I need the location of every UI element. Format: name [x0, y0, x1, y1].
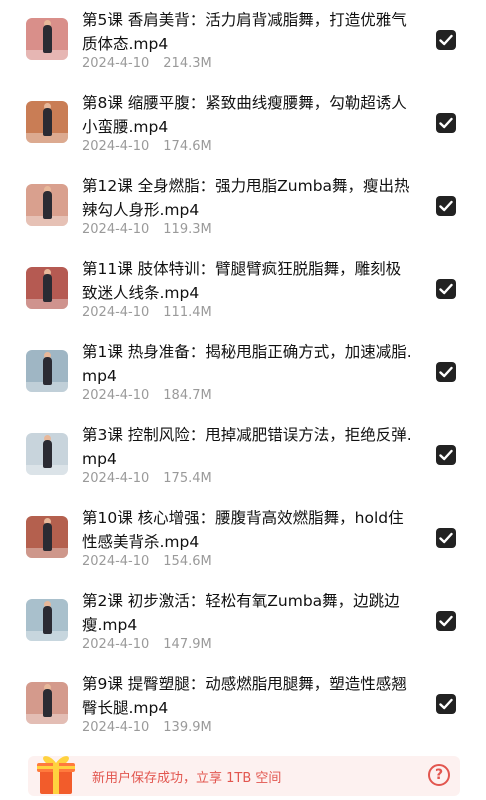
- file-row[interactable]: 第10课 核心增强：腰腹背高效燃脂舞，hold住性感美背杀.mp4 2024-4…: [0, 498, 486, 581]
- video-thumbnail: [26, 350, 68, 392]
- file-size: 147.9M: [163, 637, 212, 652]
- file-meta: 2024-4-10 214.3M: [82, 56, 212, 71]
- check-icon: [439, 34, 453, 46]
- file-date: 2024-4-10: [82, 56, 150, 71]
- check-icon: [439, 366, 453, 378]
- file-list: 第5课 香肩美背：活力肩背减脂舞，打造优雅气质体态.mp4 2024-4-10 2…: [0, 0, 486, 747]
- file-date: 2024-4-10: [82, 388, 150, 403]
- file-meta: 2024-4-10 139.9M: [82, 720, 212, 735]
- file-checkbox[interactable]: [436, 113, 456, 133]
- file-size: 175.4M: [163, 471, 212, 486]
- check-icon: [439, 698, 453, 710]
- file-name: 第9课 提臀塑腿：动感燃脂甩腿舞，塑造性感翘臀长腿.mp4: [82, 675, 407, 717]
- file-checkbox[interactable]: [436, 528, 456, 548]
- file-meta: 2024-4-10 184.7M: [82, 388, 212, 403]
- file-row[interactable]: 第1课 热身准备：揭秘甩脂正确方式，加速减脂.mp4 2024-4-10 184.…: [0, 332, 486, 415]
- file-row[interactable]: 第2课 初步激活：轻松有氧Zumba舞，边跳边瘦.mp4 2024-4-10 14…: [0, 581, 486, 664]
- file-checkbox[interactable]: [436, 362, 456, 382]
- file-name: 第5课 香肩美背：活力肩背减脂舞，打造优雅气质体态.mp4: [82, 11, 407, 53]
- file-row[interactable]: 第12课 全身燃脂：强力甩脂Zumba舞，瘦出热辣勾人身形.mp4 2024-4…: [0, 166, 486, 249]
- file-row[interactable]: 第3课 控制风险：甩掉减肥错误方法，拒绝反弹.mp4 2024-4-10 175.…: [0, 415, 486, 498]
- file-size: 174.6M: [163, 139, 212, 154]
- file-checkbox[interactable]: [436, 196, 456, 216]
- promo-text: 新用户保存成功，立享 1TB 空间: [92, 771, 282, 786]
- file-date: 2024-4-10: [82, 305, 150, 320]
- file-name: 第2课 初步激活：轻松有氧Zumba舞，边跳边瘦.mp4: [82, 592, 400, 634]
- file-name: 第12课 全身燃脂：强力甩脂Zumba舞，瘦出热辣勾人身形.mp4: [82, 177, 410, 219]
- file-name: 第10课 核心增强：腰腹背高效燃脂舞，hold住性感美背杀.mp4: [82, 509, 404, 551]
- thumbnail-figure: [43, 274, 52, 302]
- file-meta: 2024-4-10 111.4M: [82, 305, 212, 320]
- check-icon: [439, 117, 453, 129]
- thumbnail-figure: [43, 25, 52, 53]
- file-date: 2024-4-10: [82, 139, 150, 154]
- file-size: 119.3M: [163, 222, 212, 237]
- check-icon: [439, 449, 453, 461]
- file-name: 第8课 缩腰平腹：紧致曲线瘦腰舞，勾勒超诱人小蛮腰.mp4: [82, 94, 407, 136]
- file-date: 2024-4-10: [82, 222, 150, 237]
- promo-banner[interactable]: 新用户保存成功，立享 1TB 空间 ?: [28, 756, 460, 796]
- file-row[interactable]: 第11课 肢体特训：臂腿臂疯狂脱脂舞，雕刻极致迷人线条.mp4 2024-4-1…: [0, 249, 486, 332]
- file-name: 第1课 热身准备：揭秘甩脂正确方式，加速减脂.mp4: [82, 343, 412, 385]
- file-meta: 2024-4-10 174.6M: [82, 139, 212, 154]
- thumbnail-figure: [43, 440, 52, 468]
- thumbnail-figure: [43, 523, 52, 551]
- file-name: 第11课 肢体特训：臂腿臂疯狂脱脂舞，雕刻极致迷人线条.mp4: [82, 260, 402, 302]
- file-row[interactable]: 第8课 缩腰平腹：紧致曲线瘦腰舞，勾勒超诱人小蛮腰.mp4 2024-4-10 1…: [0, 83, 486, 166]
- video-thumbnail: [26, 516, 68, 558]
- file-size: 111.4M: [163, 305, 212, 320]
- file-checkbox[interactable]: [436, 279, 456, 299]
- video-thumbnail: [26, 433, 68, 475]
- video-thumbnail: [26, 682, 68, 724]
- file-size: 214.3M: [163, 56, 212, 71]
- file-date: 2024-4-10: [82, 554, 150, 569]
- file-meta: 2024-4-10 175.4M: [82, 471, 212, 486]
- file-date: 2024-4-10: [82, 637, 150, 652]
- thumbnail-figure: [43, 606, 52, 634]
- file-size: 139.9M: [163, 720, 212, 735]
- file-checkbox[interactable]: [436, 694, 456, 714]
- file-checkbox[interactable]: [436, 30, 456, 50]
- file-meta: 2024-4-10 147.9M: [82, 637, 212, 652]
- file-checkbox[interactable]: [436, 611, 456, 631]
- video-thumbnail: [26, 184, 68, 226]
- file-size: 154.6M: [163, 554, 212, 569]
- check-icon: [439, 200, 453, 212]
- file-meta: 2024-4-10 154.6M: [82, 554, 212, 569]
- file-row[interactable]: 第9课 提臀塑腿：动感燃脂甩腿舞，塑造性感翘臀长腿.mp4 2024-4-10 1…: [0, 664, 486, 747]
- file-checkbox[interactable]: [436, 445, 456, 465]
- file-name: 第3课 控制风险：甩掉减肥错误方法，拒绝反弹.mp4: [82, 426, 412, 468]
- file-date: 2024-4-10: [82, 720, 150, 735]
- file-date: 2024-4-10: [82, 471, 150, 486]
- check-icon: [439, 532, 453, 544]
- file-size: 184.7M: [163, 388, 212, 403]
- video-thumbnail: [26, 18, 68, 60]
- check-icon: [439, 283, 453, 295]
- gift-icon: [37, 756, 75, 794]
- check-icon: [439, 615, 453, 627]
- thumbnail-figure: [43, 357, 52, 385]
- file-row[interactable]: 第5课 香肩美背：活力肩背减脂舞，打造优雅气质体态.mp4 2024-4-10 2…: [0, 0, 486, 83]
- video-thumbnail: [26, 267, 68, 309]
- help-icon[interactable]: ?: [428, 764, 450, 786]
- video-thumbnail: [26, 101, 68, 143]
- thumbnail-figure: [43, 689, 52, 717]
- video-thumbnail: [26, 599, 68, 641]
- thumbnail-figure: [43, 191, 52, 219]
- file-meta: 2024-4-10 119.3M: [82, 222, 212, 237]
- thumbnail-figure: [43, 108, 52, 136]
